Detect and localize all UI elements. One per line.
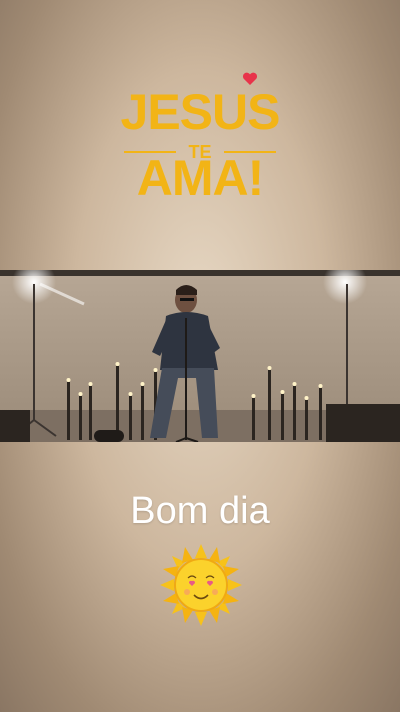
logo-ama-text: AMA! [136,150,265,206]
logo-jesus-text: JESUS [120,84,281,140]
page: { "logo": { "line1": "JESUS", "line2": "… [0,0,400,712]
sun-with-heart-eyes-icon [160,544,242,626]
jesus-te-ama-logo: JESUS TE AMA! [0,70,400,210]
video-frame[interactable] [0,270,400,442]
stage-scene-image [0,270,400,442]
greeting-text: Bom dia [130,490,270,532]
